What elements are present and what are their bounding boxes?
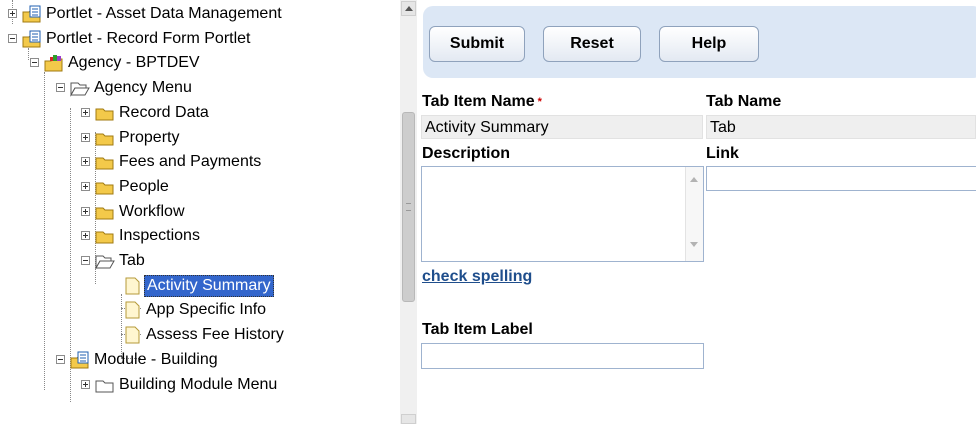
tree-node-label[interactable]: Assess Fee History [144,325,286,345]
required-indicator: * [537,96,542,108]
collapse-icon[interactable] [81,256,90,265]
tree-node[interactable]: Module - Building [0,348,400,374]
tree-node[interactable]: Assess Fee History [0,323,400,349]
expand-icon[interactable] [81,157,90,166]
expand-icon[interactable] [81,380,90,389]
page-icon [122,301,142,324]
tree-node-label[interactable]: Workflow [117,202,187,222]
navigation-tree: Portlet - Asset Data Management Portlet -… [0,0,400,424]
folder-open-icon [70,79,90,102]
tab-item-name-label-text: Tab Item Name [422,93,535,110]
scrollbar-thumb[interactable] [402,112,415,302]
collapse-icon[interactable] [56,83,65,92]
tab-item-name-field: Activity Summary [421,115,703,139]
expand-icon[interactable] [81,108,90,117]
collapse-icon[interactable] [56,355,65,364]
folder-icon [95,129,115,152]
scroll-up-icon[interactable] [686,175,703,187]
tree-node-label[interactable]: App Specific Info [144,300,268,320]
description-textarea[interactable] [422,167,685,261]
tree-node[interactable]: App Specific Info [0,298,400,324]
collapse-icon[interactable] [8,34,17,43]
module-icon [70,351,90,374]
scroll-down-icon[interactable] [401,414,416,424]
tree-node-label[interactable]: Portlet - Record Form Portlet [44,29,253,49]
folder-icon [95,153,115,176]
expand-icon[interactable] [81,207,90,216]
tree-node[interactable]: Portlet - Record Form Portlet [0,27,400,53]
link-label: Link [706,145,739,162]
tree-node-label[interactable]: Inspections [117,226,202,246]
scroll-down-icon[interactable] [686,239,703,251]
folder-open-icon [95,252,115,275]
folder-icon [95,104,115,127]
form-panel: Submit Reset Help Tab Item Name * Tab Nam… [417,0,976,424]
tree-node[interactable]: Record Data [0,101,400,127]
page-icon [122,326,142,349]
tree-node-label[interactable]: People [117,177,171,197]
tab-item-label-label: Tab Item Label [422,321,533,338]
folder-outline-icon [95,376,115,399]
tree-node[interactable]: Agency Menu [0,76,400,102]
agency-folder-icon [44,54,64,77]
folder-icon [95,203,115,226]
tree-node[interactable]: Portlet - Asset Data Management [0,2,400,28]
tab-name-field: Tab [706,115,976,139]
tree-node[interactable]: People [0,175,400,201]
expand-icon[interactable] [81,133,90,142]
tree-node-label[interactable]: Agency - BPTDEV [66,53,202,73]
tree-node-label[interactable]: Tab [117,251,147,271]
tab-item-name-value: Activity Summary [425,119,549,136]
scroll-up-icon[interactable] [401,1,416,16]
tree-node-label[interactable]: Activity Summary [144,275,274,297]
description-label: Description [422,145,511,162]
tree-node[interactable]: Inspections [0,224,400,250]
tree-node-label[interactable]: Property [117,128,181,148]
expand-icon[interactable] [8,9,17,18]
tab-name-value: Tab [710,119,736,136]
page-icon [122,277,142,300]
reset-button[interactable]: Reset [543,26,641,62]
description-field [421,166,704,262]
tree-node[interactable]: Property [0,126,400,152]
expand-icon[interactable] [81,182,90,191]
tree-node-label[interactable]: Building Module Menu [117,375,279,395]
tab-item-label-input[interactable] [421,343,704,369]
tree-node[interactable]: Agency - BPTDEV [0,51,400,77]
portlet-icon [22,30,42,53]
tree-node[interactable]: Workflow [0,200,400,226]
tree-node-label[interactable]: Agency Menu [92,78,194,98]
folder-icon [95,227,115,250]
tree-scrollbar[interactable] [400,0,417,424]
tree-node-label[interactable]: Portlet - Asset Data Management [44,4,284,24]
tab-name-label: Tab Name [706,93,782,110]
collapse-icon[interactable] [30,58,39,67]
action-toolbar: Submit Reset Help [423,6,976,78]
tab-item-name-label: Tab Item Name * [422,92,542,112]
tree-node[interactable]: Tab [0,249,400,275]
expand-icon[interactable] [81,231,90,240]
grip-icon [406,203,411,211]
link-input[interactable] [706,166,976,191]
help-button[interactable]: Help [659,26,759,62]
check-spelling-link[interactable]: check spelling [422,268,532,286]
folder-icon [95,178,115,201]
tree-node-label[interactable]: Module - Building [92,350,220,370]
portlet-icon [22,5,42,28]
tree-node-label[interactable]: Fees and Payments [117,152,263,172]
tree-node-label[interactable]: Record Data [117,103,211,123]
submit-button[interactable]: Submit [429,26,525,62]
tree-node[interactable]: Building Module Menu [0,373,400,399]
tree-node[interactable]: Fees and Payments [0,150,400,176]
description-scrollbar[interactable] [685,167,703,261]
tree-node[interactable]: Activity Summary [0,274,400,300]
